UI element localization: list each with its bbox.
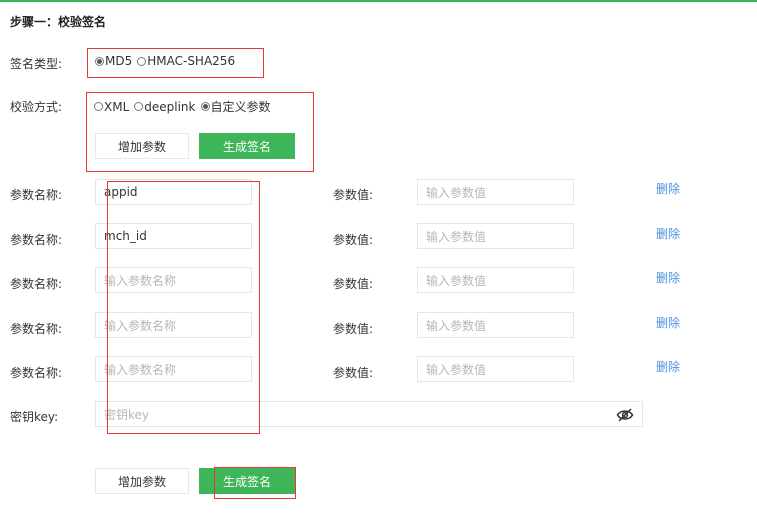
top-accent-line [0,0,757,2]
generate-sign-button-top[interactable]: 生成签名 [199,133,295,159]
verify-method-label: 校验方式: [10,100,63,114]
param-name-input[interactable]: 输入参数名称 [95,312,252,338]
step-title: 步骤一：校验签名 [10,15,107,29]
radio-deeplink-indicator[interactable] [134,102,144,111]
param-name-label: 参数名称: [10,233,63,247]
radio-deeplink-label: deeplink [144,99,196,114]
sign-type-label: 签名类型: [10,57,63,71]
radio-custom-params[interactable]: 自定义参数 [200,98,271,115]
param-value-label: 参数值: [333,233,374,247]
secret-key-label: 密钥key: [10,410,59,424]
param-name-label: 参数名称: [10,277,63,291]
radio-custom-params-indicator[interactable] [200,102,210,111]
param-name-label: 参数名称: [10,366,63,380]
param-value-label: 参数值: [333,366,374,380]
add-param-button-top[interactable]: 增加参数 [95,133,189,159]
radio-md5-label: MD5 [105,54,133,68]
radio-hmac-sha256-label: HMAC-SHA256 [147,54,236,68]
param-name-input[interactable]: 输入参数名称 [95,267,252,293]
secret-key-input[interactable]: 密钥key [95,401,643,427]
eye-off-icon[interactable] [616,407,634,423]
param-value-input[interactable]: 输入参数值 [417,223,574,249]
radio-hmac-sha256-indicator[interactable] [137,56,147,66]
param-name-label: 参数名称: [10,322,63,336]
radio-xml-indicator[interactable] [94,102,103,111]
highlight-box-param-names [107,181,260,434]
radio-custom-params-label: 自定义参数 [210,100,271,114]
radio-hmac-sha256[interactable]: HMAC-SHA256 [137,54,235,68]
delete-link[interactable]: 删除 [656,180,680,197]
param-name-input[interactable]: mch_id [95,223,252,249]
param-value-label: 参数值: [333,277,374,291]
add-param-button[interactable]: 增加参数 [95,468,189,494]
sign-type-radio-group: MD5 HMAC-SHA256 [95,54,240,68]
radio-md5-indicator[interactable] [95,56,104,66]
param-value-input[interactable]: 输入参数值 [417,312,574,338]
delete-link[interactable]: 删除 [656,225,680,242]
radio-xml-label: XML [104,99,130,114]
delete-link[interactable]: 删除 [656,269,680,286]
radio-xml[interactable]: XML [94,100,129,114]
radio-md5[interactable]: MD5 [95,54,132,68]
param-value-input[interactable]: 输入参数值 [417,267,574,293]
param-name-input[interactable]: appid [95,179,252,205]
param-value-input[interactable]: 输入参数值 [417,179,574,205]
secret-key-placeholder: 密钥key [104,407,150,422]
delete-link[interactable]: 删除 [656,314,680,331]
param-name-input[interactable]: 输入参数名称 [95,356,252,382]
param-value-input[interactable]: 输入参数值 [417,356,574,382]
generate-sign-button[interactable]: 生成签名 [199,468,295,494]
delete-link[interactable]: 删除 [656,358,680,375]
radio-deeplink[interactable]: deeplink [134,99,196,114]
param-name-label: 参数名称: [10,188,63,202]
verify-method-radio-group: XML deeplink 自定义参数 [94,98,276,115]
param-value-label: 参数值: [333,188,374,202]
param-value-label: 参数值: [333,322,374,336]
